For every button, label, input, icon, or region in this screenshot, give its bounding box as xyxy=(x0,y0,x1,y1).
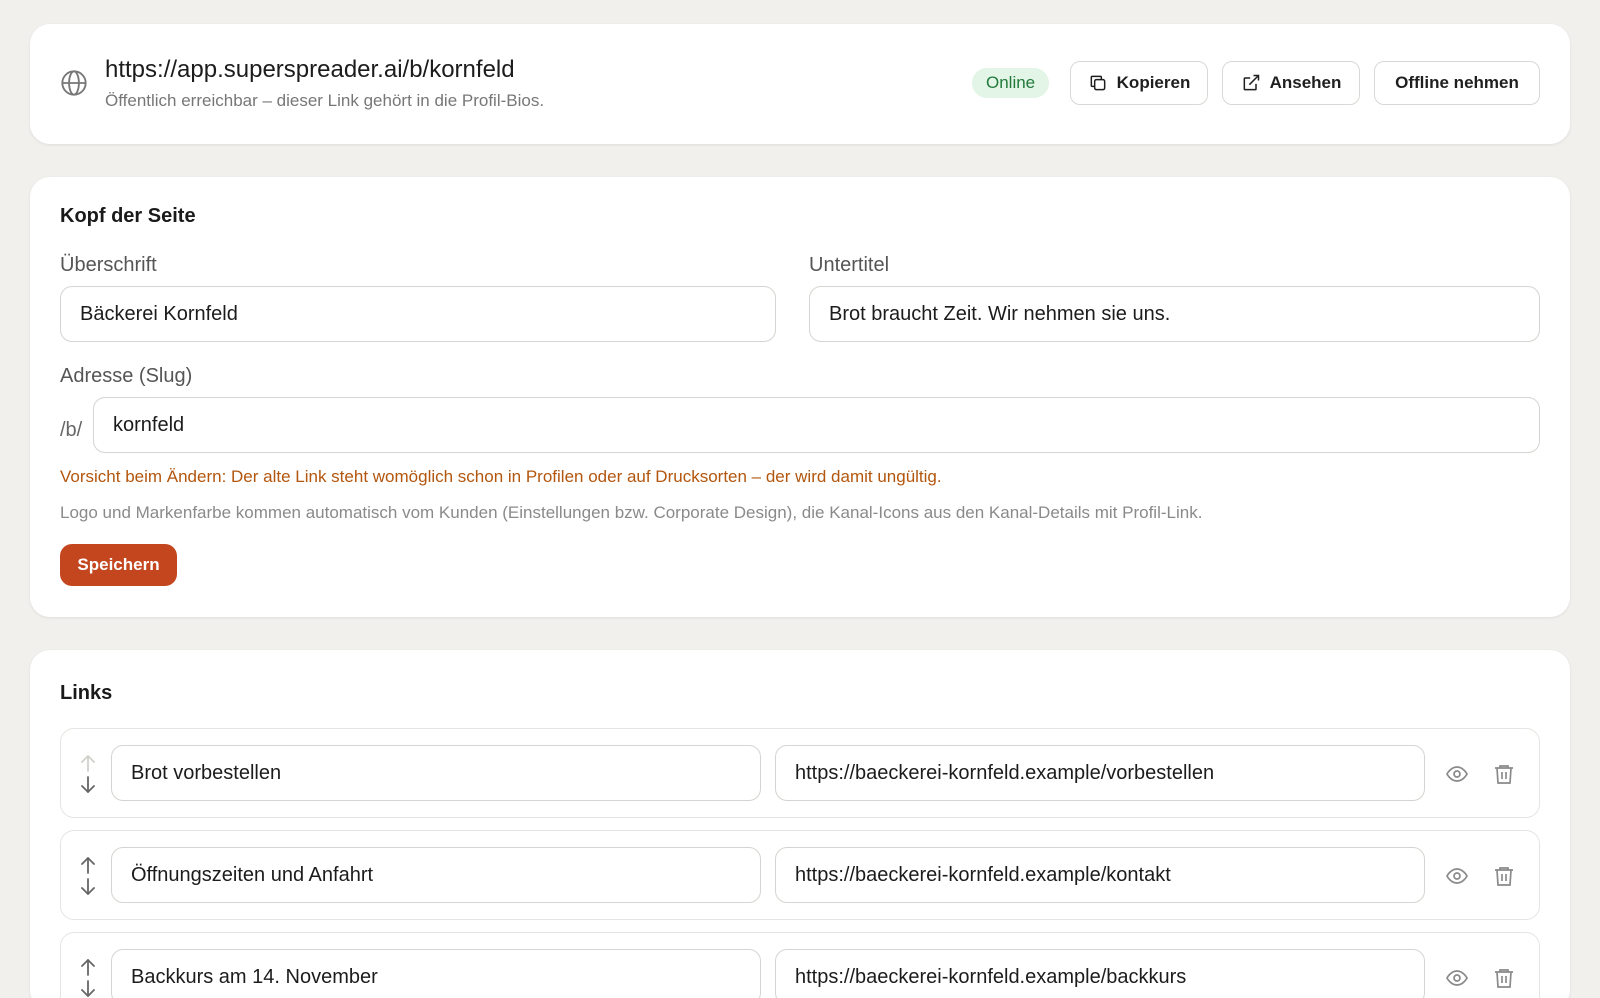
public-url-description: Öffentlich erreichbar – dieser Link gehö… xyxy=(105,91,545,110)
public-link-card: https://app.superspreader.ai/b/kornfeld … xyxy=(30,24,1570,144)
view-button-label: Ansehen xyxy=(1269,73,1342,92)
arrow-up-icon xyxy=(81,755,95,772)
public-url: https://app.superspreader.ai/b/kornfeld xyxy=(105,56,515,83)
globe-icon xyxy=(61,70,87,96)
section-title-head: Kopf der Seite xyxy=(60,205,196,227)
trash-icon[interactable] xyxy=(1492,762,1516,786)
reorder-arrows xyxy=(81,959,95,997)
save-button[interactable]: Speichern xyxy=(60,544,177,586)
copy-button-label: Kopieren xyxy=(1116,73,1191,92)
heading-label: Überschrift xyxy=(60,254,157,276)
arrow-up-icon[interactable] xyxy=(81,959,95,976)
link-url-input[interactable]: https://baeckerei-kornfeld.example/vorbe… xyxy=(775,745,1425,801)
link-row: Backkurs am 14. November https://baecker… xyxy=(60,932,1540,998)
link-row: Brot vorbestellen https://baeckerei-korn… xyxy=(60,728,1540,818)
heading-input[interactable]: Bäckerei Kornfeld xyxy=(60,286,776,342)
arrow-down-icon[interactable] xyxy=(81,980,95,997)
link-title-input[interactable]: Brot vorbestellen xyxy=(111,745,761,801)
eye-icon[interactable] xyxy=(1445,762,1469,786)
arrow-down-icon[interactable] xyxy=(81,776,95,793)
links-card: Links Brot vorbestellen https://baeckere… xyxy=(30,650,1570,998)
page-head-card: Kopf der Seite Überschrift Bäckerei Korn… xyxy=(30,177,1570,617)
trash-icon[interactable] xyxy=(1492,966,1516,990)
subtitle-label: Untertitel xyxy=(809,254,890,276)
link-row: Öffnungszeiten und Anfahrt https://baeck… xyxy=(60,830,1540,920)
trash-icon[interactable] xyxy=(1492,864,1516,888)
reorder-arrows xyxy=(81,857,95,895)
external-link-icon xyxy=(1243,74,1259,91)
slug-input[interactable]: kornfeld xyxy=(93,397,1540,453)
arrow-up-icon[interactable] xyxy=(81,857,95,874)
copy-button[interactable]: Kopieren xyxy=(1070,61,1208,105)
subtitle-input[interactable]: Brot braucht Zeit. Wir nehmen sie uns. xyxy=(809,286,1540,342)
branding-hint: Logo und Markenfarbe kommen automatisch … xyxy=(60,503,1203,522)
eye-icon[interactable] xyxy=(1445,966,1469,990)
link-url-input[interactable]: https://baeckerei-kornfeld.example/konta… xyxy=(775,847,1425,903)
slug-warning: Vorsicht beim Ändern: Der alte Link steh… xyxy=(60,467,942,486)
status-badge: Online xyxy=(972,68,1050,98)
slug-prefix: /b/ xyxy=(60,419,83,441)
link-url-input[interactable]: https://baeckerei-kornfeld.example/backk… xyxy=(775,949,1425,998)
section-title-links: Links xyxy=(60,682,113,704)
take-offline-button-label: Offline nehmen xyxy=(1395,73,1519,92)
take-offline-button[interactable]: Offline nehmen xyxy=(1374,61,1540,105)
arrow-down-icon[interactable] xyxy=(81,878,95,895)
reorder-arrows xyxy=(81,755,95,793)
copy-icon xyxy=(1090,75,1106,91)
eye-icon[interactable] xyxy=(1445,864,1469,888)
view-button[interactable]: Ansehen xyxy=(1222,61,1360,105)
slug-label: Adresse (Slug) xyxy=(60,365,193,387)
link-title-input[interactable]: Öffnungszeiten und Anfahrt xyxy=(111,847,761,903)
link-title-input[interactable]: Backkurs am 14. November xyxy=(111,949,761,998)
